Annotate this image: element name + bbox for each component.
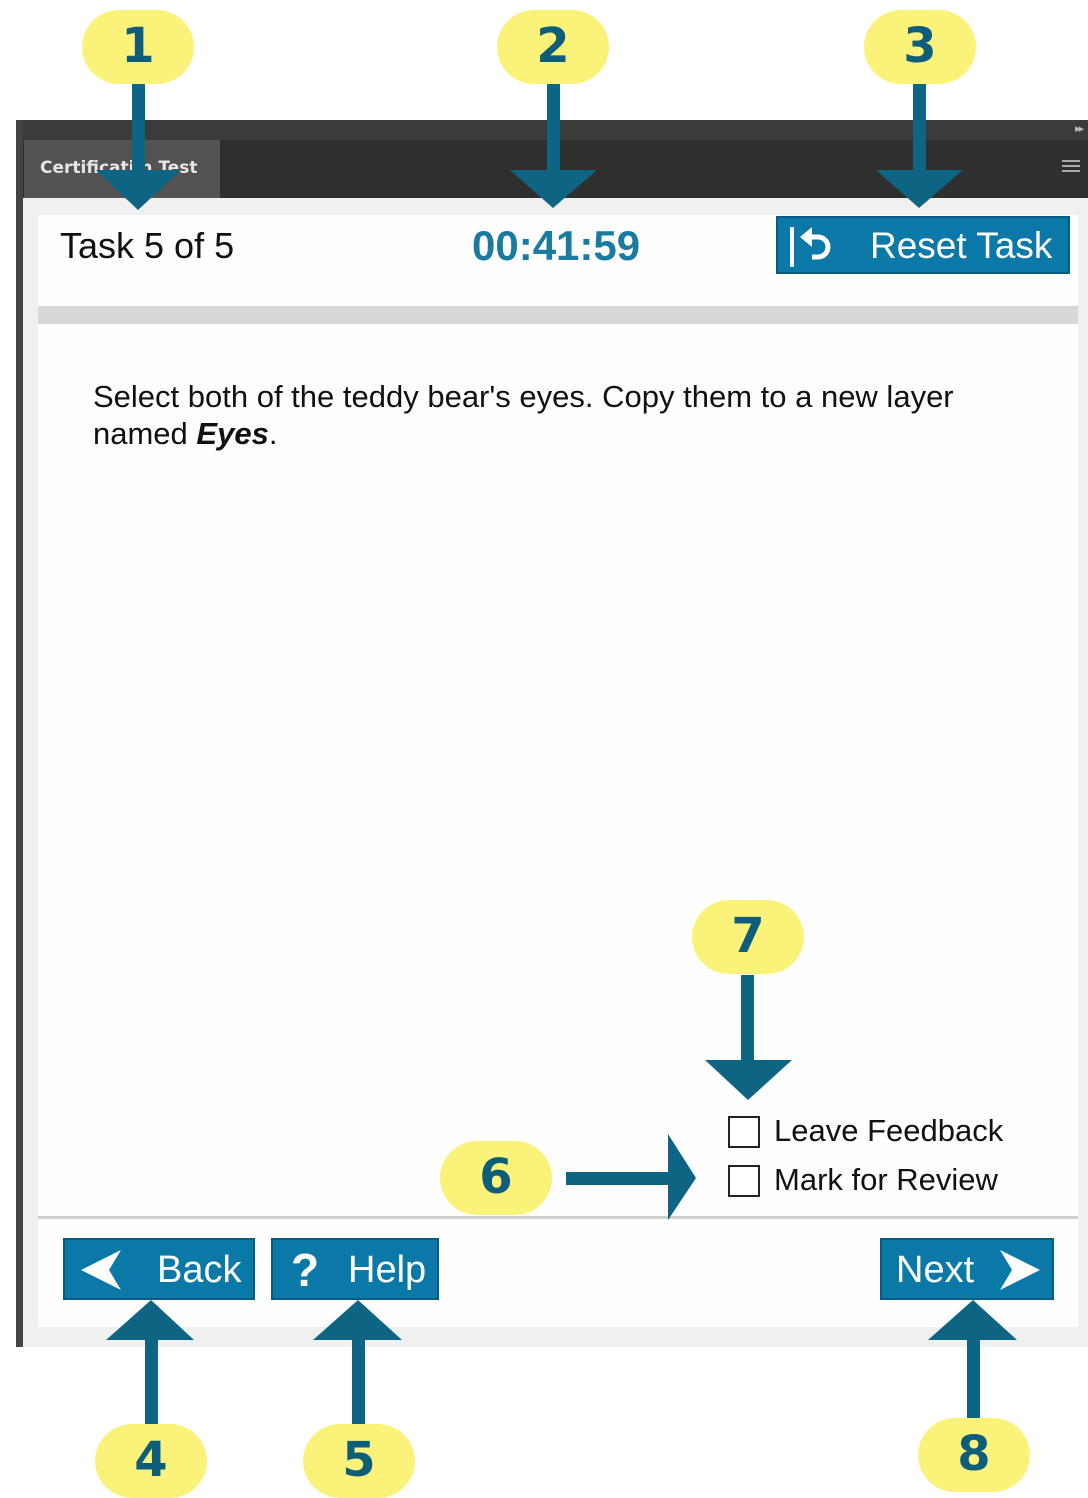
callout-4: 4 xyxy=(95,1424,207,1498)
callout-5: 5 xyxy=(303,1424,415,1498)
callout-1: 1 xyxy=(82,10,194,84)
callout-arrows xyxy=(96,84,1017,1428)
callout-3: 3 xyxy=(864,10,976,84)
callout-2: 2 xyxy=(497,10,609,84)
callout-8: 8 xyxy=(918,1418,1030,1492)
callout-6: 6 xyxy=(440,1141,552,1215)
callout-7: 7 xyxy=(692,900,804,974)
